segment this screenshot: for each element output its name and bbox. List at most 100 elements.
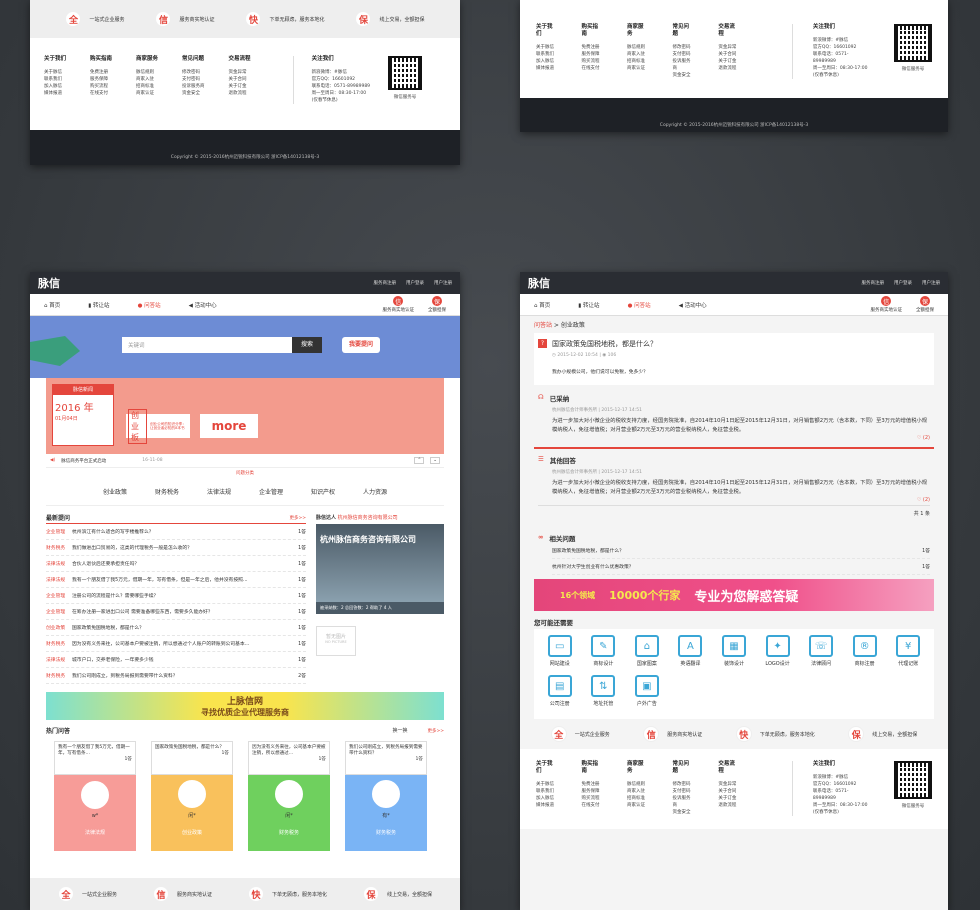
category-divider: 问题分类 <box>236 471 254 476</box>
service-tile[interactable]: ▭ 网站建设 <box>538 635 582 673</box>
ask-button[interactable]: 我要提问 <box>342 337 380 353</box>
other-answers: ☰ 其他回答 杭州脉信会计师事务所 | 2015-12-17 14:51 为进一步… <box>534 447 934 523</box>
service-tile[interactable]: ⌂ 国家图案 <box>625 635 669 673</box>
search-banner: 关键词 搜索 我要提问 <box>30 316 460 378</box>
ticker-down-icon[interactable]: ⌄ <box>430 457 440 464</box>
service-tile[interactable]: ® 商标注册 <box>843 635 887 673</box>
search-input[interactable]: 关键词 <box>122 337 292 353</box>
hot-header: 热门问答 换一换 更多>> <box>46 727 444 735</box>
logo: 脉信 <box>38 277 60 290</box>
nav-qa[interactable]: ● 问答站 <box>138 301 161 309</box>
like-button[interactable]: ♡ (2) <box>538 435 930 441</box>
nav-home[interactable]: ⌂ 首页 <box>534 301 550 309</box>
service-tile[interactable]: ✎ 商标设计 <box>582 635 626 673</box>
qr-block: 微信服务号 <box>893 24 932 73</box>
service-tile[interactable]: ☏ 法律顾问 <box>799 635 843 673</box>
ticker-up-icon[interactable]: ⌃ <box>414 457 425 464</box>
service-tile[interactable]: ▦ 装饰设计 <box>712 635 756 673</box>
link-register[interactable]: 用户注册 <box>922 280 940 286</box>
nav-transfer[interactable]: ▮ 转让站 <box>88 301 109 309</box>
nav-transfer[interactable]: ▮ 转让站 <box>578 301 599 309</box>
swap-button[interactable]: 换一换 <box>392 727 407 734</box>
speaker-icon: ◀) <box>50 458 56 463</box>
question-row[interactable]: 企业管理 杭州滨江有什么适合的写字楼推荐么？ 1答 <box>46 524 306 540</box>
hot-question-card[interactable]: 我们公司刚成立，到税务局报到需要带什么资料？ 1答 有* 财务税务 <box>345 741 427 853</box>
category-tab[interactable]: 企业管理 <box>259 487 283 496</box>
search-button[interactable]: 搜索 <box>292 337 322 353</box>
qr-code-icon <box>893 761 932 799</box>
service-tile[interactable]: ⇅ 地址托管 <box>582 675 626 713</box>
service-strip: 全一站式企业服务 信服务商实地认证 快下单无顾虑，服务本地化 保线上交易，全额担… <box>30 878 460 910</box>
question-row[interactable]: 财务税务 我们做进出口贸易的，这类的代理税务一般是怎么收的？ 1答 <box>46 540 306 556</box>
service-tile-icon: ▦ <box>721 635 746 657</box>
like-button[interactable]: ♡ (2) <box>538 497 930 503</box>
badge-verified: 信服务商实地认证 <box>383 296 414 313</box>
service-tile[interactable]: ▤ 公司注册 <box>538 675 582 713</box>
question-row[interactable]: 法律法规 合伙人退伙后还要承担责任吗？ 1答 <box>46 556 306 572</box>
service-tile[interactable]: ¥ 代理记账 <box>886 635 930 673</box>
category-tab[interactable]: 法律法规 <box>207 487 231 496</box>
panel-detail: 脉信 服务商注册 用户登录 用户注册 ⌂ 首页 ▮ 转让站 ● 问答站 ◀ 活动… <box>520 272 948 910</box>
footer-col: 购买指南 免费注册 服务保障 购买流程 在线支付 <box>581 24 600 71</box>
avatar <box>81 780 109 809</box>
link-login[interactable]: 用户登录 <box>894 280 912 286</box>
breadcrumb-qa[interactable]: 问答站 <box>534 322 552 329</box>
guarantee-icon: 保 <box>920 296 930 306</box>
hot-more-link[interactable]: 更多>> <box>427 728 444 734</box>
guarantee-icon: 保 <box>432 296 442 306</box>
question-row[interactable]: 财务税务 我们公司刚成立，到税务局报到需要带什么资料？ 2答 <box>46 668 306 684</box>
ticker-text[interactable]: 脉信商务平台正式启动 <box>61 458 106 464</box>
link-login[interactable]: 用户登录 <box>406 280 424 286</box>
service-tile-icon: ▣ <box>634 675 659 697</box>
question-row[interactable]: 企业管理 在筹办注册一家进出口公司 需要准备哪些东西，需要多久能办好？ 1答 <box>46 604 306 620</box>
latest-more-link[interactable]: 更多>> <box>289 515 306 521</box>
hot-question-card[interactable]: 国家政策免国税地税，都是什么？ 1答 闲* 创业政策 <box>151 741 233 853</box>
promo-banner[interactable]: 上脉信网 寻找优质企业代理服务商 <box>46 692 444 720</box>
news-book-card[interactable]: 创业板 创业公司的知识分享：让创业者必知的8本书 <box>126 408 190 444</box>
expert-banner[interactable]: 16个领域 10000个行家 专业为您解惑答疑 <box>534 579 934 611</box>
nav-qa[interactable]: ● 问答站 <box>628 301 651 309</box>
hot-question-card[interactable]: 我有一个朋友借了我5万元，借期一年，写有借条... 1答 w* 法律法规 <box>54 741 136 853</box>
category-tab[interactable]: 知识产权 <box>311 487 335 496</box>
link-register-provider[interactable]: 服务商注册 <box>374 280 397 286</box>
top-bar: 脉信 服务商注册 用户登录 用户注册 <box>30 272 460 294</box>
firm-banner[interactable]: 杭州脉信商务咨询有限公司 <box>316 524 444 602</box>
news-card[interactable]: 脉信新闻 2016 年 01月04日 <box>52 384 114 446</box>
nav-events[interactable]: ◀ 活动中心 <box>189 301 217 309</box>
category-tab[interactable]: 财务税务 <box>155 487 179 496</box>
panel-footer-left: 全一站式企业服务 信服务商实地认证 快下单无顾虑，服务本地化 保线上交易，全额担… <box>30 0 460 165</box>
question-row[interactable]: 财务税务 因为没有义务来往，公司基本户要被注销，所以想通过个人账户的转账到公司基本… <box>46 636 306 652</box>
question-row[interactable]: 法律法规 我有一个朋友借了我5万元，借期一年，写有借条，但是一年之后，他并没有按照… <box>46 572 306 588</box>
hot-question-card[interactable]: 因为没有义务来往，公司基本户要被注销，所以想通过... 1答 闲* 财务税务 <box>248 741 330 853</box>
link-register-provider[interactable]: 服务商注册 <box>862 280 885 286</box>
accepted-icon: ☊ <box>538 393 544 401</box>
list-icon: ☰ <box>538 455 544 463</box>
service-tile[interactable]: ✦ LOGO设计 <box>756 635 800 673</box>
latest-section: 最新提问 更多>> 企业管理 杭州滨江有什么适合的写字楼推荐么？ 1答 财务税务 我们做进… <box>46 512 444 684</box>
service-tile[interactable]: A 英语翻译 <box>669 635 713 673</box>
latest-questions: 最新提问 更多>> 企业管理 杭州滨江有什么适合的写字楼推荐么？ 1答 财务税务 我们做进… <box>46 512 306 684</box>
question-box: ? 国家政策免国税地税，都是什么？ ◷ 2015-12-02 10:54 | ◉… <box>534 333 934 385</box>
link-register[interactable]: 用户注册 <box>434 280 452 286</box>
nav-home[interactable]: ⌂ 首页 <box>44 301 60 309</box>
category-tab[interactable]: 人力资源 <box>363 487 387 496</box>
service-tile[interactable]: ▣ 户外广告 <box>625 675 669 713</box>
no-picture-placeholder: 暂无图片 NO PICTURE <box>316 626 356 656</box>
avatar <box>372 780 400 808</box>
service-strip: 全一站式企业服务 信服务商实地认证 快下单无顾虑，服务本地化 保线上交易，全额担… <box>534 719 934 749</box>
firm-panel: 脉信达人 杭州脉信商务咨询有限公司 杭州脉信商务咨询有限公司 被采纳数：2 总回… <box>316 512 444 684</box>
badge-guarantee: 保全额担保 <box>916 296 934 313</box>
panel-home: 脉信 服务商注册 用户登录 用户注册 ⌂ 首页 ▮ 转让站 ● 问答站 ◀ 活动… <box>30 272 460 910</box>
service-tile-icon: ⌂ <box>634 635 659 657</box>
category-tab[interactable]: 创业政策 <box>103 487 127 496</box>
breadcrumb: 问答站 > 创业政策 <box>534 322 585 329</box>
nav-events[interactable]: ◀ 活动中心 <box>679 301 707 309</box>
related-item[interactable]: 杭州针对大学生创业有什么优惠政策？ 1答 <box>552 559 930 575</box>
question-row[interactable]: 创业政策 国家政策免国税地税，都是什么？ 1答 <box>46 620 306 636</box>
news-more-button[interactable]: more <box>200 414 258 438</box>
related-item[interactable]: 国家政策免国税地税，都是什么？ 1答 <box>552 543 930 559</box>
service-tile-icon: ▭ <box>547 635 572 657</box>
news-ticker: ◀) 脉信商务平台正式启动 16-11-08 ⌃ ⌄ <box>46 454 444 468</box>
question-row[interactable]: 企业管理 注册公司的流程是什么？需要哪些手续？ 1答 <box>46 588 306 604</box>
question-row[interactable]: 法律法规 城市户口，交养老保险，一年要多少钱 1答 <box>46 652 306 668</box>
